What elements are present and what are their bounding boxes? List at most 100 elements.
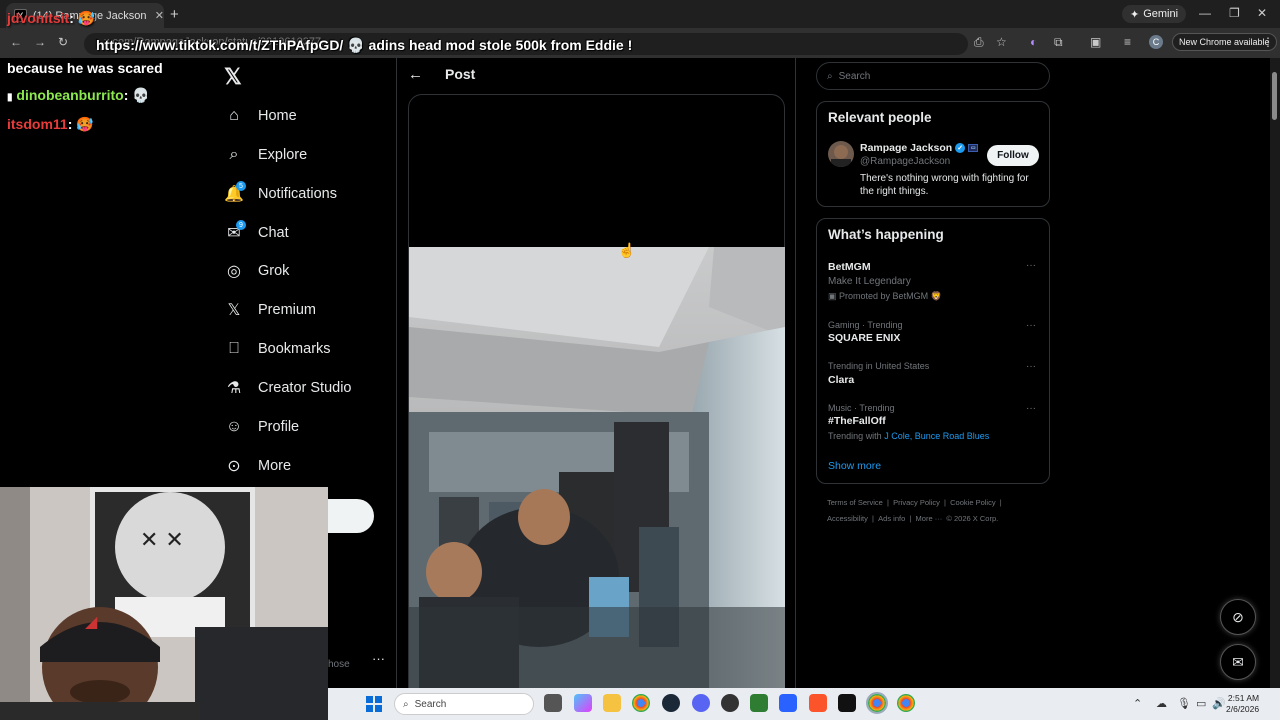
x-logo-icon[interactable]: 𝕏	[224, 64, 242, 90]
restore-button[interactable]: ❐	[1229, 6, 1240, 20]
discord-icon[interactable]	[692, 694, 710, 712]
sidebar-item-explore[interactable]: ⌕ Explore	[224, 140, 308, 170]
grok-fab-button[interactable]: ⊘	[1220, 599, 1256, 635]
scrollbar-thumb[interactable]	[1272, 72, 1277, 120]
trending-with: Trending with J Cole, Bunce Road Blues	[828, 431, 989, 441]
search-placeholder: Search	[838, 70, 871, 82]
column-divider	[795, 58, 796, 688]
brave-icon[interactable]	[809, 694, 827, 712]
accessibility-link[interactable]: Accessibility	[827, 514, 868, 523]
svg-text:✕ ✕: ✕ ✕	[140, 528, 184, 553]
info-app-icon[interactable]	[838, 694, 856, 712]
copilot-icon[interactable]	[574, 694, 592, 712]
chat-message: 🥵	[76, 116, 94, 132]
file-explorer-icon[interactable]	[603, 694, 621, 712]
sidebar-item-label: Premium	[258, 302, 317, 318]
close-window-button[interactable]: ✕	[1257, 6, 1267, 20]
sidebar-item-grok[interactable]: ◎ Grok	[224, 256, 289, 286]
whats-happening-heading: What’s happening	[828, 227, 944, 242]
search-input[interactable]: ⌕ Search	[816, 62, 1050, 90]
tray-chevron-icon[interactable]: ⌃	[1133, 697, 1142, 710]
reload-icon[interactable]: ↻	[58, 35, 68, 49]
microphone-icon[interactable]: 🎙	[1177, 697, 1191, 710]
chat-username: itsdom11	[7, 116, 68, 132]
chat-line: itsdom11: 🥵	[7, 116, 94, 132]
footer-sep: |	[887, 498, 889, 507]
back-nav-icon[interactable]: ←	[10, 35, 22, 49]
post-button[interactable]	[328, 499, 374, 533]
sidepanel-icon[interactable]: ▣	[1090, 35, 1101, 49]
sidebar-item-premium[interactable]: 𝕏 Premium	[224, 295, 316, 325]
trend-more-icon[interactable]: ···	[1026, 361, 1036, 372]
trend-name[interactable]: Clara	[828, 374, 854, 386]
sidebar-item-home[interactable]: ⌂ Home	[224, 101, 297, 131]
sparkle-icon: ✦	[1130, 8, 1140, 21]
trend-more-icon[interactable]: ···	[1026, 320, 1036, 331]
extension-purple-icon[interactable]: ◐	[1030, 35, 1037, 49]
airplane-cabin-image	[409, 247, 785, 688]
forward-nav-icon[interactable]: →	[34, 35, 46, 49]
reading-list-icon[interactable]: ≡	[1124, 35, 1131, 49]
person-handle[interactable]: @RampageJackson	[860, 156, 950, 167]
app-icon[interactable]	[750, 694, 768, 712]
sidebar-item-chat[interactable]: ✉ 9 Chat	[224, 218, 289, 248]
footer-sep: |	[909, 514, 912, 523]
task-view-icon[interactable]	[544, 694, 562, 712]
steam-icon[interactable]	[662, 694, 680, 712]
webcam-overlay: ✕ ✕ ◢	[0, 487, 328, 720]
post-video[interactable]	[409, 247, 785, 688]
relevant-person-name[interactable]: Rampage Jackson ✓ ▭	[860, 142, 979, 154]
extensions-icon[interactable]: ⧉	[1054, 35, 1063, 50]
trend-more-icon[interactable]: ···	[1026, 260, 1036, 271]
trend-name[interactable]: #TheFallOff	[828, 415, 886, 427]
trend-name[interactable]: BetMGM	[828, 261, 871, 273]
new-tab-button[interactable]: +	[170, 6, 179, 23]
tab-close-icon[interactable]: ✕	[155, 9, 164, 22]
avatar[interactable]	[828, 141, 854, 167]
trending-with-links[interactable]: J Cole, Bunce Road Blues	[884, 431, 989, 441]
ads-info-link[interactable]: Ads info	[878, 514, 905, 523]
sidebar-item-label: Chat	[258, 225, 289, 241]
system-clock[interactable]: 2:51 AM 2/6/2026	[1226, 693, 1259, 715]
new-chrome-available-button[interactable]: New Chrome available	[1172, 33, 1277, 51]
taskbar-search-input[interactable]: ⌕ Search	[394, 693, 534, 715]
chrome-menu-icon[interactable]: ⋮	[1262, 35, 1274, 49]
sidebar-item-creator-studio[interactable]: ⚗ Creator Studio	[224, 373, 352, 403]
sidebar-item-label: Creator Studio	[258, 380, 352, 396]
sidebar-item-label: Home	[258, 108, 297, 124]
stream-overlay-url: https://www.tiktok.com/t/ZThPAfpGD/ 💀 ad…	[96, 37, 633, 53]
chrome-profile-icon[interactable]	[897, 694, 915, 712]
chrome-active-icon[interactable]	[866, 692, 888, 714]
sidebar-item-more[interactable]: ⊙ More	[224, 451, 291, 481]
obs-icon[interactable]	[721, 694, 739, 712]
account-more-icon[interactable]: ···	[372, 651, 385, 666]
sidebar-item-notifications[interactable]: 🔔 5 Notifications	[224, 179, 337, 209]
sidebar-item-bookmarks[interactable]: ⎕ Bookmarks	[224, 334, 330, 364]
trend-name[interactable]: SQUARE ENIX	[828, 332, 900, 344]
powershell-icon[interactable]	[779, 694, 797, 712]
show-more-link[interactable]: Show more	[828, 460, 881, 472]
trend-meta: Gaming · Trending	[828, 320, 903, 330]
gemini-button[interactable]: ✦ Gemini	[1122, 5, 1187, 23]
minimize-button[interactable]: —	[1199, 6, 1211, 20]
trend-more-icon[interactable]: ···	[1026, 403, 1036, 414]
terms-link[interactable]: Terms of Service	[827, 498, 883, 507]
privacy-link[interactable]: Privacy Policy	[893, 498, 940, 507]
tray-app-icon[interactable]: ☁	[1156, 697, 1167, 710]
cookie-link[interactable]: Cookie Policy	[950, 498, 995, 507]
scrollbar-track[interactable]	[1270, 58, 1280, 690]
profile-avatar[interactable]: C	[1149, 35, 1163, 49]
footer-more-link[interactable]: More ···	[916, 514, 943, 523]
windows-start-icon[interactable]	[366, 696, 382, 712]
messages-fab-button[interactable]: ✉	[1220, 644, 1256, 680]
search-icon: ⌕	[229, 146, 239, 163]
mouse-cursor-icon: ☝	[618, 242, 636, 258]
install-icon[interactable]: ⎙	[974, 35, 984, 50]
bookmark-star-icon[interactable]: ☆	[996, 35, 1007, 49]
chrome-app-icon[interactable]	[632, 694, 650, 712]
network-icon[interactable]: ▭	[1196, 697, 1206, 710]
volume-icon[interactable]: 🔊	[1212, 697, 1226, 710]
follow-button[interactable]: Follow	[987, 145, 1039, 166]
sidebar-item-profile[interactable]: ☺ Profile	[224, 412, 299, 442]
back-arrow-icon[interactable]: ←	[408, 66, 423, 83]
